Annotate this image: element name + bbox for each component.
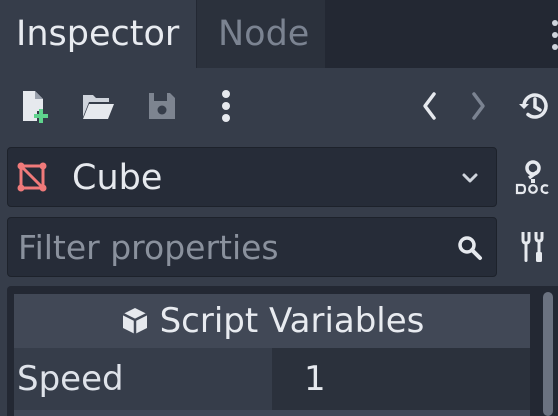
node-selector[interactable]: Cube — [7, 147, 497, 207]
inspector-toolbar — [0, 68, 558, 144]
section-header-script-variables[interactable]: Script Variables — [14, 294, 530, 348]
filter-properties-input[interactable] — [18, 218, 448, 276]
mesh-instance-icon — [17, 162, 47, 192]
open-folder-icon — [83, 95, 114, 119]
open-resource-button[interactable] — [80, 88, 116, 124]
node-name: Cube — [72, 158, 163, 198]
new-resource-button[interactable] — [17, 88, 53, 124]
search-icon — [458, 236, 482, 260]
tab-inspector-label: Inspector — [16, 14, 180, 54]
scrollbar-thumb[interactable] — [543, 292, 553, 416]
property-row-divider — [14, 410, 530, 416]
object-history-button[interactable] — [516, 88, 552, 124]
save-resource-button[interactable] — [144, 88, 180, 124]
object-history-icon — [519, 93, 548, 119]
property-list: Script Variables Speed 1 — [7, 286, 558, 416]
vertical-scrollbar[interactable] — [543, 292, 553, 416]
open-documentation-button[interactable] — [513, 157, 553, 197]
tab-node-label: Node — [218, 14, 310, 54]
history-forward-button[interactable] — [460, 88, 496, 124]
help-doc-icon — [515, 160, 549, 195]
more-options-button[interactable] — [208, 88, 244, 124]
dock-tab-bar: Inspector Node — [0, 0, 558, 68]
section-title: Script Variables — [159, 301, 425, 341]
property-row-speed: Speed 1 — [14, 348, 530, 410]
history-back-icon — [423, 92, 436, 120]
property-value-field[interactable]: 1 — [272, 348, 530, 410]
property-label: Speed — [14, 348, 272, 410]
tab-node[interactable]: Node — [197, 0, 325, 68]
tab-menu-icon[interactable] — [550, 20, 558, 50]
property-tools-button[interactable] — [513, 227, 553, 267]
tab-inspector[interactable]: Inspector — [0, 0, 196, 68]
new-resource-icon — [23, 91, 48, 123]
inspector-panel: Inspector Node Cube Filter properties Sc… — [0, 0, 558, 416]
cube-icon — [122, 308, 148, 334]
save-icon — [149, 93, 175, 119]
tools-icon — [521, 232, 544, 262]
history-back-button[interactable] — [412, 88, 448, 124]
chevron-down-icon — [462, 173, 478, 183]
history-forward-icon — [472, 92, 485, 120]
more-options-icon — [222, 90, 230, 122]
filter-properties-field — [7, 217, 497, 277]
